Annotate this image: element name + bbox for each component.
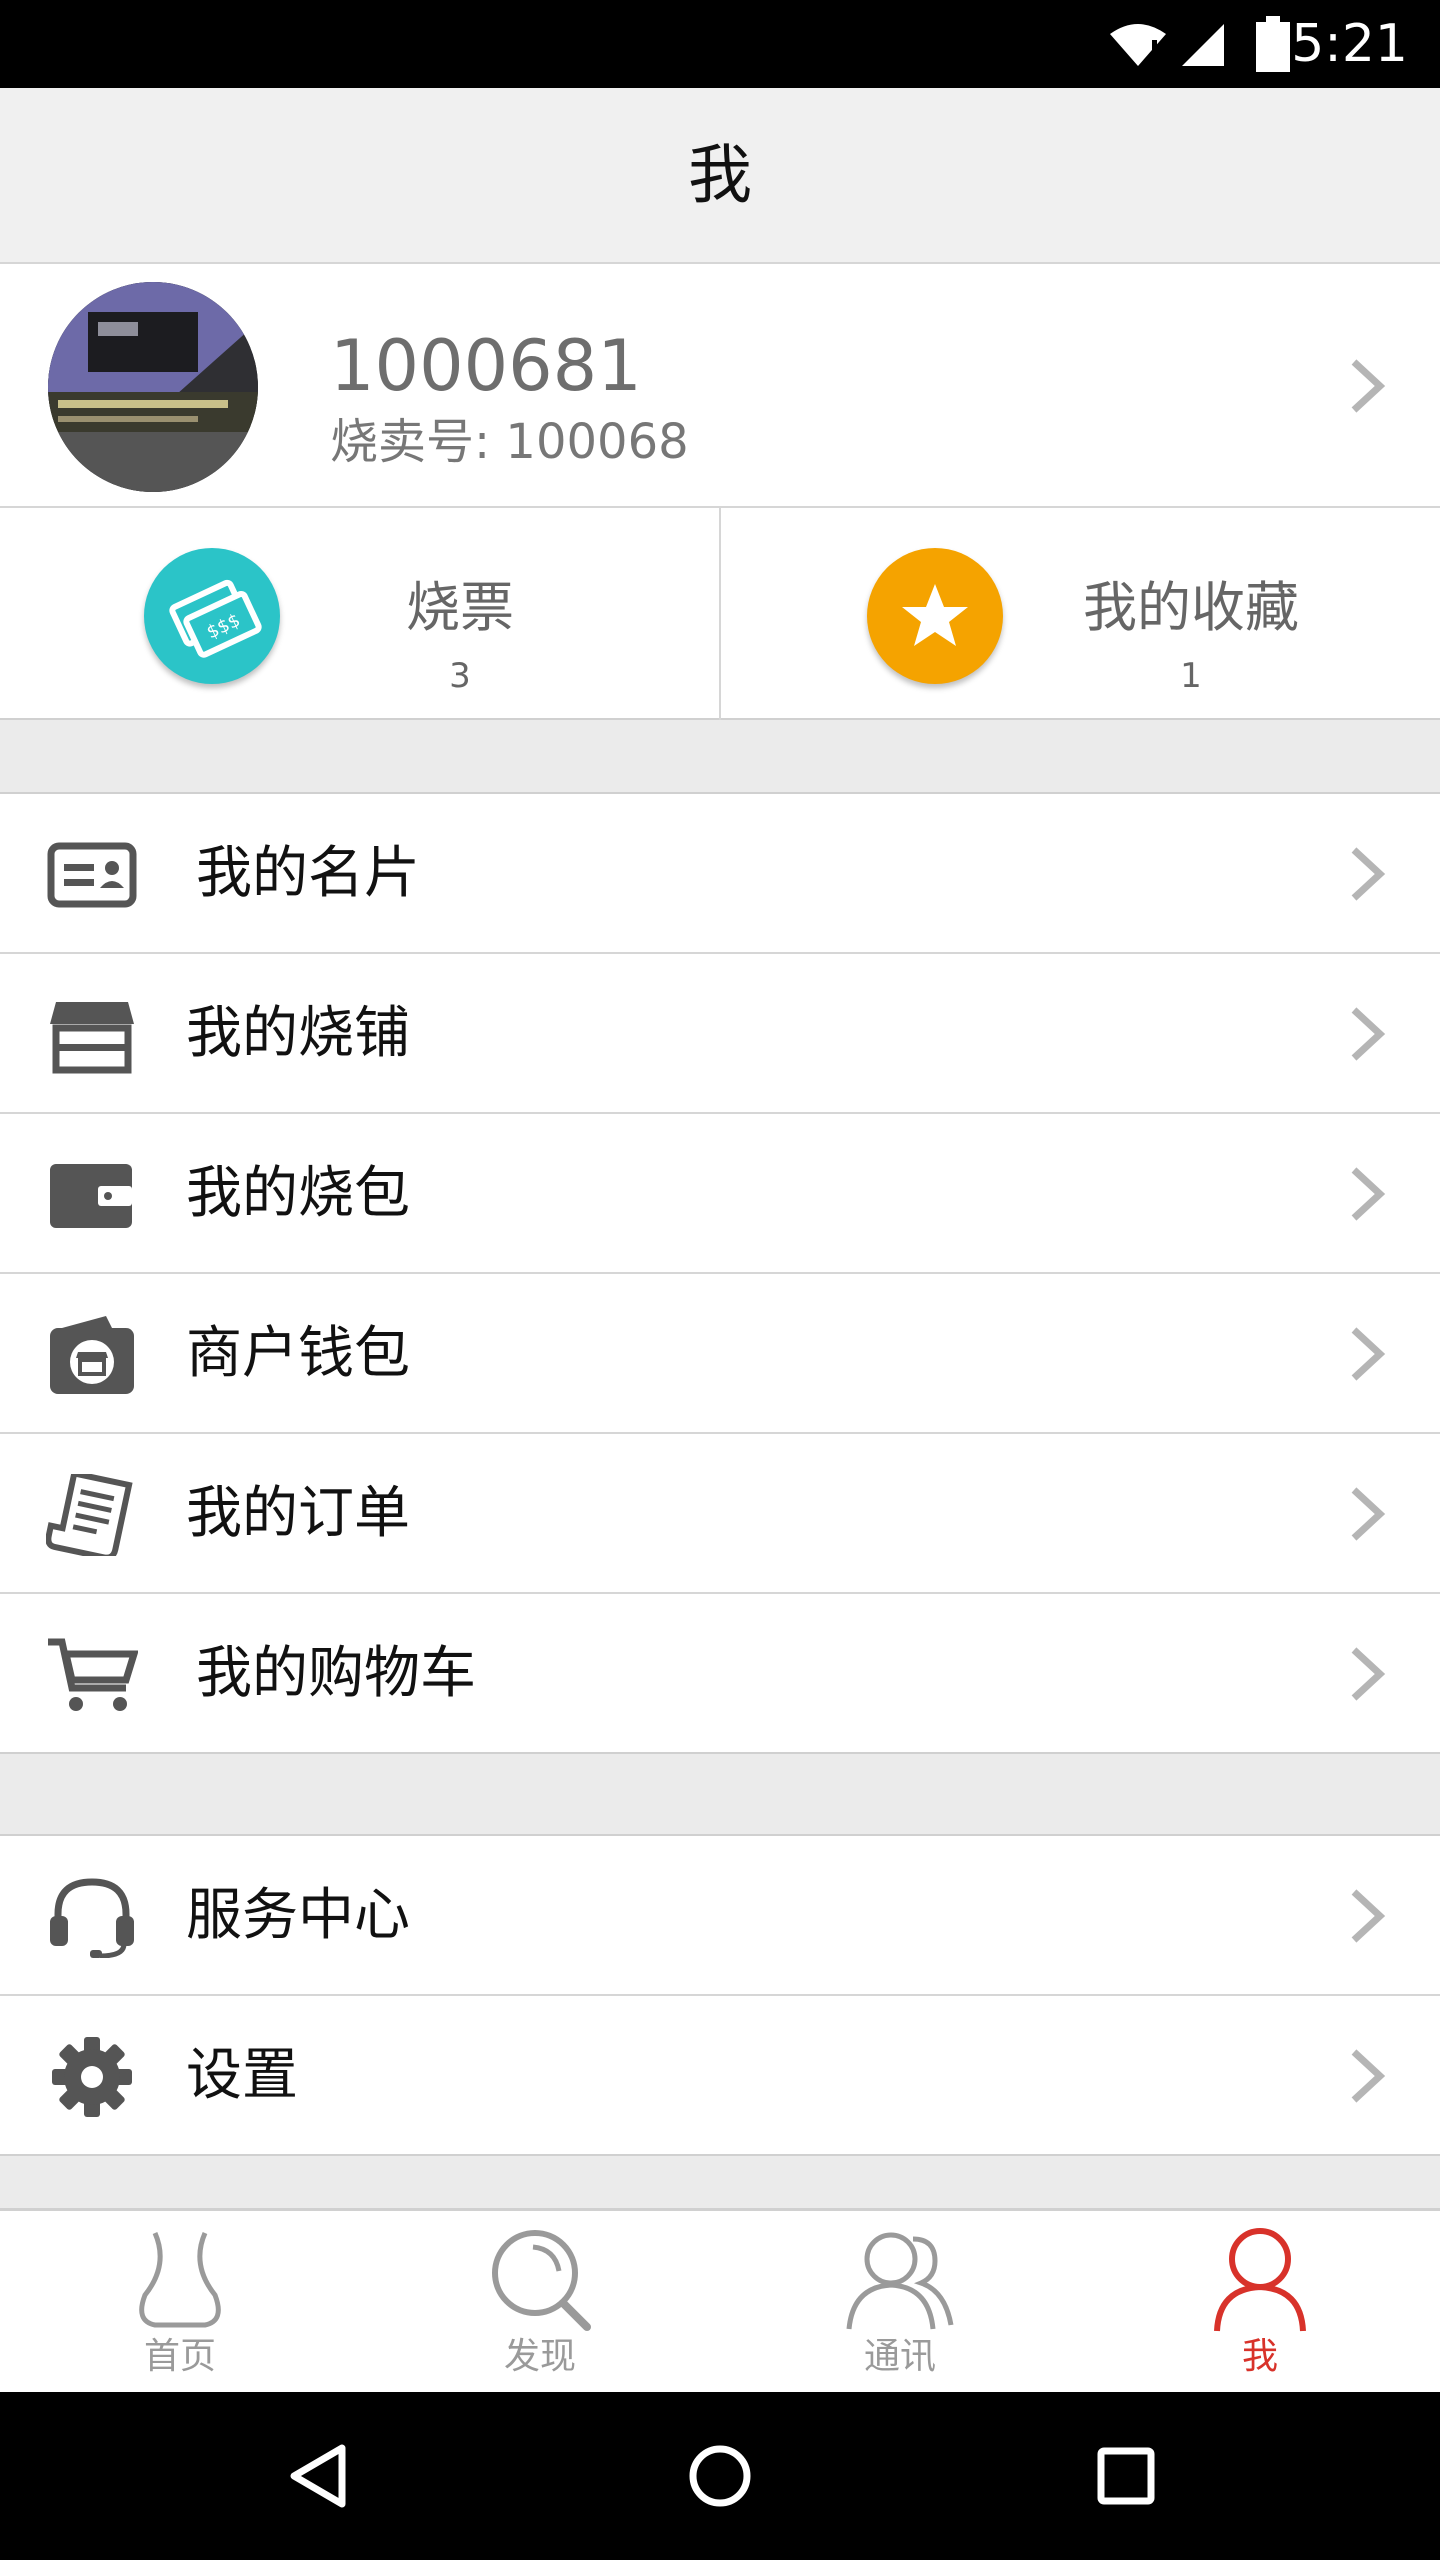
bottom-tab-bar: 首页 发现 通讯 我: [0, 2208, 1440, 2392]
menu-item-my-shop[interactable]: 我的烧铺: [0, 954, 1440, 1114]
tab-me[interactable]: 我: [1080, 2211, 1440, 2395]
contacts-icon: [846, 2232, 954, 2330]
tab-label: 首页: [143, 2336, 216, 2377]
header: 我: [0, 88, 1440, 264]
chevron-right-icon: [1351, 2049, 1386, 2103]
gear-icon: [52, 2037, 132, 2117]
menu-label: 商户钱包: [186, 1321, 410, 1386]
tickets-count: 3: [449, 656, 471, 696]
menu-label: 我的烧包: [186, 1161, 410, 1226]
menu-item-my-wallet[interactable]: 我的烧包: [0, 1114, 1440, 1274]
recents-icon[interactable]: [1096, 2446, 1156, 2506]
favorites-stat[interactable]: 我的收藏 1: [721, 508, 1440, 718]
tab-label: 通讯: [863, 2336, 936, 2377]
favorites-count: 1: [1180, 656, 1202, 696]
wifi-icon: [1110, 24, 1166, 66]
battery-icon: [1256, 16, 1290, 72]
profile-card[interactable]: 1000681 烧卖号: 100068: [0, 264, 1440, 508]
menu-label: 我的订单: [186, 1481, 410, 1546]
chevron-right-icon: [1351, 1327, 1386, 1381]
tab-contacts[interactable]: 通讯: [720, 2211, 1080, 2395]
favorites-label: 我的收藏: [1083, 576, 1299, 639]
tab-label: 发现: [503, 2336, 576, 2377]
menu-item-shopping-cart[interactable]: 我的购物车: [0, 1594, 1440, 1754]
home-icon[interactable]: [688, 2444, 752, 2508]
shop-icon: [50, 1002, 134, 1074]
stats-row: $$$ 烧票 3 我的收藏 1: [0, 508, 1440, 720]
headset-icon: [50, 1878, 134, 1958]
page-title: 我: [688, 139, 752, 213]
menu-item-merchant-wallet[interactable]: 商户钱包: [0, 1274, 1440, 1434]
menu-label: 设置: [186, 2043, 298, 2108]
shopping-cart-icon: [48, 1638, 138, 1711]
profile-icon: [1214, 2228, 1306, 2332]
user-id: 烧卖号: 100068: [330, 414, 689, 470]
menu-group-service: 服务中心 设置: [0, 1834, 1440, 2156]
menu-item-business-card[interactable]: 我的名片: [0, 794, 1440, 954]
status-bar: 5:21: [0, 0, 1440, 88]
tickets-stat[interactable]: $$$ 烧票 3: [0, 508, 719, 718]
menu-item-service-center[interactable]: 服务中心: [0, 1836, 1440, 1996]
star-icon: [867, 548, 1003, 684]
search-icon: [492, 2230, 591, 2331]
menu-group-account: 我的名片 我的烧铺 我的烧包 商户钱包 我的订单 我的购物车: [0, 792, 1440, 1754]
tab-discover[interactable]: 发现: [360, 2211, 720, 2395]
home-vase-icon: [139, 2231, 221, 2328]
signal-icon: [1182, 24, 1224, 66]
merchant-wallet-icon: [50, 1316, 134, 1394]
avatar[interactable]: [48, 282, 258, 492]
avatar-image: [48, 282, 258, 492]
menu-label: 我的名片: [196, 841, 420, 906]
chevron-right-icon: [1351, 359, 1386, 413]
ticket-icon: $$$: [144, 548, 280, 684]
tab-home[interactable]: 首页: [0, 2211, 360, 2395]
chevron-right-icon: [1351, 847, 1386, 901]
business-card-icon: [47, 842, 137, 908]
menu-item-my-orders[interactable]: 我的订单: [0, 1434, 1440, 1594]
system-nav-bar: [0, 2392, 1440, 2560]
menu-label: 我的购物车: [196, 1641, 476, 1706]
menu-item-settings[interactable]: 设置: [0, 1996, 1440, 2156]
menu-label: 服务中心: [186, 1883, 410, 1948]
menu-label: 我的烧铺: [186, 1001, 410, 1066]
status-time: 5:21: [1291, 14, 1408, 74]
username: 1000681: [330, 325, 642, 407]
chevron-right-icon: [1351, 1487, 1386, 1541]
chevron-right-icon: [1351, 1889, 1386, 1943]
tab-label: 我: [1241, 2336, 1278, 2377]
chevron-right-icon: [1351, 1167, 1386, 1221]
order-receipt-icon: [46, 1474, 133, 1556]
back-icon[interactable]: [286, 2442, 350, 2510]
chevron-right-icon: [1351, 1007, 1386, 1061]
chevron-right-icon: [1351, 1647, 1386, 1701]
wallet-icon: [50, 1164, 132, 1228]
tickets-label: 烧票: [406, 576, 514, 639]
